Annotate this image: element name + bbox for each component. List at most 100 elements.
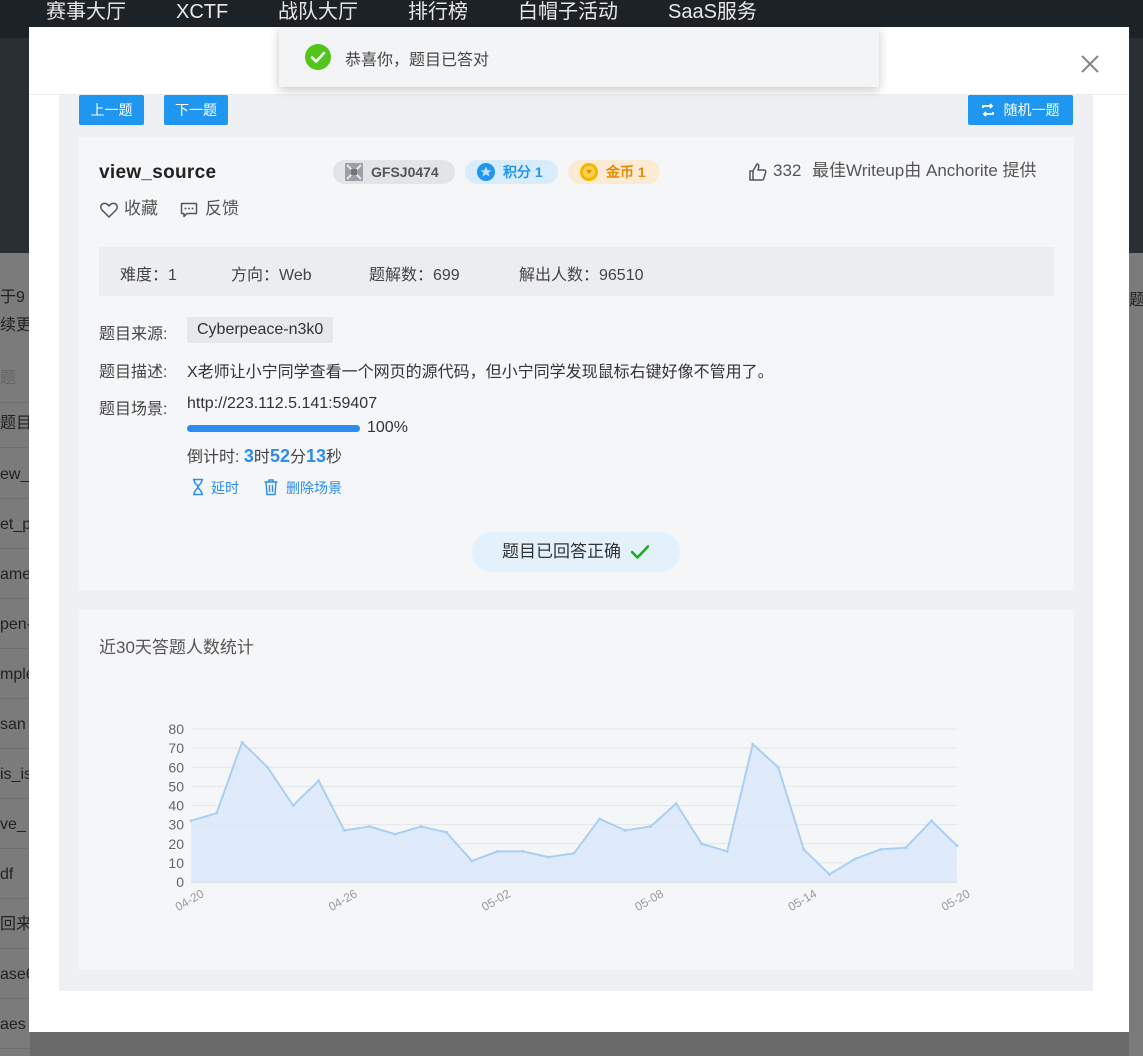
seconds-unit: 秒 [326,449,343,466]
nav-item-saas[interactable]: SaaS服务 [668,0,757,24]
bg-row-fragment: mple [0,651,30,699]
chart-ytick-label: 10 [168,855,184,871]
checkmark-icon [631,545,649,559]
chart-data-point [776,765,780,769]
challenge-avatar-icon [345,163,363,181]
likes-count: 332 [773,161,802,180]
challenge-title: view_source [99,162,217,183]
minutes-unit: 分 [289,449,306,466]
coin-icon [580,163,598,181]
extend-time-button[interactable]: 延时 [190,478,246,498]
chart-data-point [700,842,704,846]
background-right-fragment: 题 [1129,253,1143,1056]
random-challenge-button[interactable]: 随机一题 [968,95,1073,125]
chart-data-point [470,859,474,863]
coins-tag: 金币 1 [568,160,660,184]
favorite-label: 收藏 [124,199,158,218]
chart-ytick-label: 50 [168,778,184,794]
chart-data-point [827,872,831,876]
feedback-button[interactable]: 反馈 [180,199,245,221]
shuffle-icon [982,103,994,117]
chart-data-point [904,846,908,850]
description-label: 题目描述: [99,364,168,381]
thumbs-up-icon[interactable] [748,162,768,182]
bg-row-fragment: ame [0,551,30,599]
difficulty-stat: 难度：1 [120,267,177,284]
bg-row-fragment: 题目名 [0,400,30,448]
chart-ytick-label: 20 [168,836,184,852]
countdown-timer: 倒计时: 3时52分13秒 [187,443,342,467]
bg-row-fragment: pen- [0,601,30,649]
nav-item-ranking[interactable]: 排行榜 [408,0,468,24]
chart-data-point [266,765,270,769]
chart-data-point [598,817,602,821]
chart-data-point [342,828,346,832]
chart-ytick-label: 60 [168,759,184,775]
direction-stat: 方向：Web [231,267,312,284]
source-label: 题目来源: [99,326,168,343]
points-tag: 积分 1 [465,160,558,184]
chart-data-point [521,849,525,853]
points-text: 积分 1 [503,164,543,180]
countdown-hours: 3 [243,446,254,466]
favorite-button[interactable]: 收藏 [100,199,165,221]
chart-data-point [802,847,806,851]
chart-data-point [419,825,423,829]
close-icon[interactable] [1078,52,1102,76]
delete-scene-button[interactable]: 删除场景 [263,478,351,498]
bg-text-fragment: 题 [1129,292,1143,309]
background-list-fragment: 于9 续更 题 题目名 ew_ et_p ame pen- mple san i… [0,253,30,1056]
chart-ytick-label: 70 [168,740,184,756]
chart-data-point [623,828,627,832]
nav-item-teams[interactable]: 战队大厅 [278,0,358,24]
description-text: X老师让小宁同学查看一个网页的源代码，但小宁同学发现鼠标右键好像不管用了。 [187,364,774,381]
chart-data-point [368,825,372,829]
countdown-prefix: 倒计时: [187,449,244,466]
challenge-id-text: GFSJ0474 [371,164,439,180]
scene-label: 题目场景: [99,401,168,418]
bg-row-fragment: san [0,701,30,749]
success-toast: 恭喜你，题目已答对 [279,27,879,87]
coins-text: 金币 1 [606,164,646,180]
nav-item-xctf[interactable]: XCTF [176,0,228,24]
chart-xtick-label: 05-20 [939,886,973,914]
next-challenge-button[interactable]: 下一题 [164,95,228,125]
bg-row-fragment: ase6 [0,951,30,999]
chart-area-fill [191,742,957,882]
hourglass-icon [193,478,203,496]
solves-area-chart: 0 10 20 30 40 50 60 70 80 04-20 04-26 05-02 05-08 05-… [168,721,973,914]
chart-data-point [546,855,550,859]
chart-data-point [649,825,653,829]
bg-row-fragment: is_is [0,751,30,799]
comment-icon [180,202,198,218]
delete-scene-label: 删除场景 [286,480,342,496]
random-challenge-label: 随机一题 [1003,102,1060,118]
chart-data-point [929,819,933,823]
check-circle-icon [305,44,331,70]
chart-xtick-label: 04-26 [326,886,360,914]
nav-item-events[interactable]: 赛事大厅 [46,0,126,24]
best-writeup-link[interactable]: 最佳Writeup由 Anchorite 提供 [812,161,1037,181]
bg-row-fragment: et_p [0,501,30,549]
bg-text-fragment: 续更 [0,317,30,334]
heart-icon [100,202,118,218]
bg-row-fragment: 回来一 [0,901,30,949]
feedback-label: 反馈 [205,199,239,218]
nav-item-whitehat[interactable]: 白帽子活动 [518,0,618,24]
bg-row-fragment: aes [0,1001,30,1049]
chart-xtick-label: 04-20 [173,886,207,914]
solves-stat: 题解数：699 [369,267,460,284]
chart-data-point [853,857,857,861]
modal-body: 上一题 下一题 随机一题 view_source GFSJ0474 积分 1 金… [59,95,1093,991]
prev-challenge-button[interactable]: 上一题 [79,95,144,125]
chart-data-point [240,740,244,744]
bg-search-fragment: 题 [0,355,30,403]
challenge-id-tag: GFSJ0474 [333,160,455,184]
scene-url-link[interactable]: http://223.112.5.141:59407 [187,395,377,413]
trash-icon [264,479,278,496]
challenge-stats: 难度：1 方向：Web 题解数：699 解出人数：96510 [99,247,1054,296]
chart-data-point [674,802,678,806]
answer-status-badge: 题目已回答正确 [472,532,680,572]
bg-row-fragment: df [0,851,30,899]
solvers-stat: 解出人数：96510 [519,267,644,284]
